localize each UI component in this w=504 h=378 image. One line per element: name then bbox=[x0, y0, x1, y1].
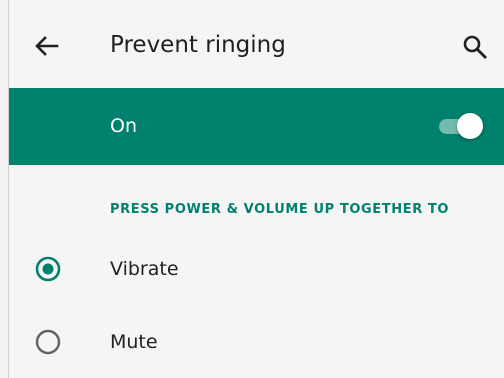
section-header: PRESS POWER & VOLUME UP TOGETHER TO bbox=[110, 202, 450, 217]
option-mute[interactable]: Mute bbox=[9, 306, 504, 378]
master-switch-label: On bbox=[110, 115, 137, 137]
page-title: Prevent ringing bbox=[110, 32, 286, 58]
option-label: Mute bbox=[110, 331, 158, 353]
master-toggle-switch[interactable] bbox=[437, 111, 485, 141]
app-bar: Prevent ringing bbox=[9, 0, 504, 88]
option-label: Vibrate bbox=[110, 258, 179, 280]
radio-selected-icon[interactable] bbox=[34, 255, 62, 283]
arrow-back-icon[interactable] bbox=[31, 30, 63, 62]
option-vibrate[interactable]: Vibrate bbox=[9, 233, 504, 305]
radio-unselected-icon[interactable] bbox=[34, 328, 62, 356]
toggle-thumb bbox=[457, 113, 483, 139]
master-switch-bar[interactable]: On bbox=[9, 88, 504, 165]
settings-screen: Prevent ringing On PRESS POWER & VOLUME … bbox=[8, 0, 504, 378]
search-icon[interactable] bbox=[461, 33, 489, 61]
